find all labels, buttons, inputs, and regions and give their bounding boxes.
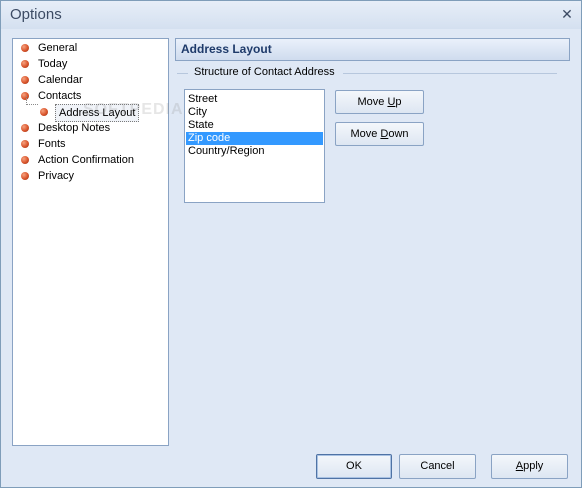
- bullet-icon: [21, 124, 29, 132]
- apply-text-rest: pply: [523, 460, 544, 472]
- group-divider: [343, 73, 557, 74]
- group-label: Structure of Contact Address: [194, 66, 335, 78]
- move-down-text-rest: own: [388, 128, 409, 140]
- tree-item-label: Action Confirmation: [38, 154, 134, 166]
- bullet-icon: [21, 60, 29, 68]
- address-fields-list[interactable]: Street City State Zip code Country/Regio…: [184, 89, 325, 203]
- bullet-icon: [21, 140, 29, 148]
- tree-item-label: General: [38, 42, 78, 54]
- list-item[interactable]: State: [186, 119, 323, 132]
- tree-item-label: Desktop Notes: [38, 122, 111, 134]
- watermark: SOFTPEDIA: [83, 101, 184, 118]
- bullet-icon: [21, 76, 29, 84]
- move-down-button[interactable]: Move Down: [335, 122, 424, 146]
- ok-button[interactable]: OK: [316, 454, 392, 479]
- bullet-icon: [21, 172, 29, 180]
- window-title: Options: [10, 6, 62, 23]
- list-item[interactable]: City: [186, 106, 323, 119]
- cancel-button[interactable]: Cancel: [399, 454, 476, 479]
- options-tree: General Today Calendar Contacts Address …: [12, 38, 183, 446]
- tree-connector: [26, 104, 38, 105]
- list-item[interactable]: Country/Region: [186, 145, 323, 158]
- tree-item-label: Fonts: [38, 138, 66, 150]
- tree-item-label: Today: [38, 58, 68, 70]
- apply-mnemonic: A: [515, 460, 524, 472]
- tree-item-label: Privacy: [38, 170, 75, 182]
- bullet-icon: [21, 92, 29, 100]
- list-item-selected[interactable]: Zip code: [186, 132, 323, 145]
- move-up-text: Move: [357, 96, 388, 108]
- move-up-text-rest: p: [395, 96, 402, 108]
- section-title: Address Layout: [181, 42, 272, 56]
- options-dialog: Options ✕ General Today Calendar Contact…: [0, 0, 582, 488]
- tree-item-label: Contacts: [38, 90, 82, 102]
- move-down-text: Move: [350, 128, 381, 140]
- tree-item-label: Calendar: [38, 74, 83, 86]
- title-bar[interactable]: Options ✕: [1, 1, 581, 29]
- apply-button[interactable]: Apply: [491, 454, 568, 479]
- bullet-icon: [40, 108, 48, 116]
- close-icon[interactable]: ✕: [560, 7, 574, 21]
- bullet-icon: [21, 44, 29, 52]
- list-item[interactable]: Street: [186, 93, 323, 106]
- move-up-button[interactable]: Move Up: [335, 90, 424, 114]
- group-divider: [177, 73, 188, 74]
- section-header: Address Layout: [175, 38, 570, 61]
- bullet-icon: [21, 156, 29, 164]
